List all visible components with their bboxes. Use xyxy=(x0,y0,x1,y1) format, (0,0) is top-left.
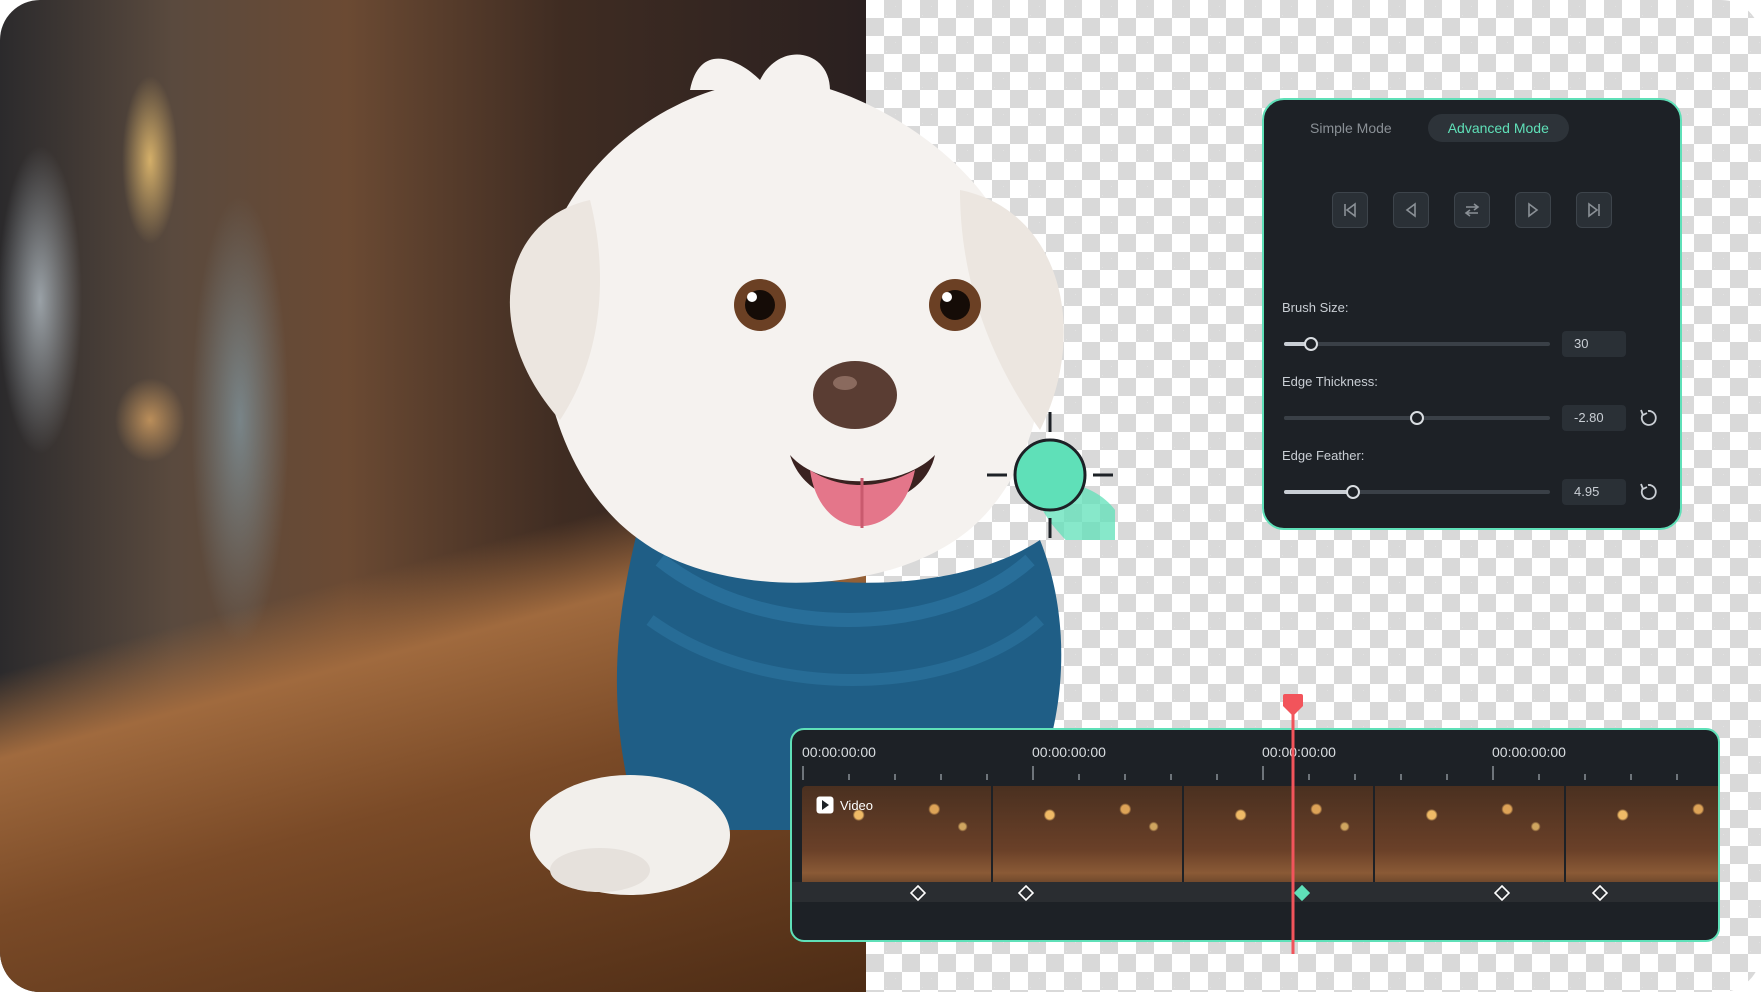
edge-thickness-label: Edge Thickness: xyxy=(1282,374,1378,389)
timeline-ruler[interactable] xyxy=(802,766,1712,780)
tab-advanced-mode[interactable]: Advanced Mode xyxy=(1427,114,1569,142)
edge-feather-value[interactable]: 4.95 xyxy=(1562,479,1626,505)
keyframe-diamond-icon[interactable] xyxy=(1494,885,1510,901)
brush-size-label: Brush Size: xyxy=(1282,300,1349,315)
skip-to-start-icon xyxy=(1344,202,1356,218)
step-back-button[interactable] xyxy=(1393,192,1429,228)
timecode-label: 00:00:00:00 xyxy=(1032,744,1106,760)
brush-size-slider-handle[interactable] xyxy=(1303,337,1318,351)
canvas-preview[interactable]: Simple Mode Advanced Mode Brush Size: 30… xyxy=(0,0,1761,992)
edge-feather-slider[interactable] xyxy=(1284,485,1550,499)
frame-navigation xyxy=(1332,192,1612,228)
edge-feather-label: Edge Feather: xyxy=(1282,448,1365,463)
swap-button[interactable] xyxy=(1454,192,1490,228)
edge-feather-slider-handle[interactable] xyxy=(1346,485,1361,499)
edge-thickness-slider-fill xyxy=(1284,416,1417,420)
step-forward-icon xyxy=(1528,202,1539,218)
track-label-text: Video xyxy=(840,797,874,813)
swap-icon xyxy=(1464,203,1480,217)
playhead[interactable] xyxy=(1283,694,1303,954)
edge-feather-reset-icon[interactable] xyxy=(1638,482,1658,502)
step-back-icon xyxy=(1405,202,1416,218)
timeline-panel: 00:00:00:00 00:00:00:00 00:00:00:00 00:0… xyxy=(790,728,1720,942)
edge-thickness-value[interactable]: -2.80 xyxy=(1562,405,1626,431)
edge-thickness-slider-handle[interactable] xyxy=(1410,411,1424,425)
skip-to-end-icon xyxy=(1588,202,1600,218)
keyframe-diamond-icon[interactable] xyxy=(910,885,926,901)
brush-size-value[interactable]: 30 xyxy=(1562,331,1626,357)
keyframe-diamond-icon[interactable] xyxy=(1592,885,1608,901)
keyframe-strip xyxy=(792,882,1718,902)
edge-feather-slider-fill xyxy=(1284,490,1354,494)
track-label: Video xyxy=(816,796,873,814)
timecode-label: 00:00:00:00 xyxy=(1492,744,1566,760)
play-icon xyxy=(816,796,834,814)
timecode-label: 00:00:00:00 xyxy=(802,744,876,760)
mode-tabs: Simple Mode Advanced Mode xyxy=(1290,114,1569,142)
brush-cursor[interactable] xyxy=(985,410,1115,540)
mask-refine-panel: Simple Mode Advanced Mode Brush Size: 30… xyxy=(1262,98,1682,530)
skip-to-end-button[interactable] xyxy=(1576,192,1612,228)
keyframe-diamond-icon[interactable] xyxy=(1018,885,1034,901)
step-forward-button[interactable] xyxy=(1515,192,1551,228)
brush-size-slider[interactable] xyxy=(1284,337,1550,351)
tab-simple-mode[interactable]: Simple Mode xyxy=(1290,114,1412,142)
skip-to-start-button[interactable] xyxy=(1332,192,1368,228)
edge-thickness-reset-icon[interactable] xyxy=(1638,408,1658,428)
edge-thickness-slider[interactable] xyxy=(1284,411,1550,425)
